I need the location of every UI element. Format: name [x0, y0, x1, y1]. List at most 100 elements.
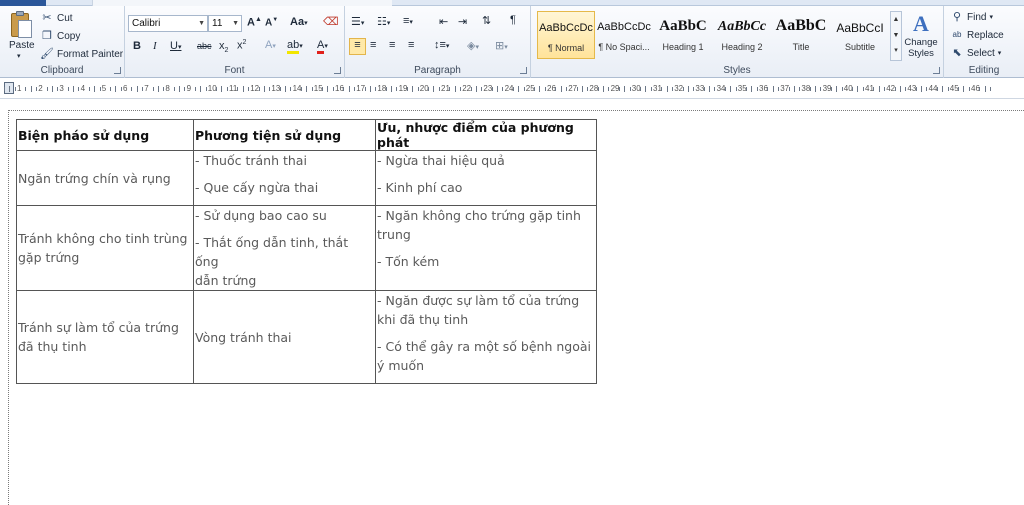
ruler-tick	[746, 87, 748, 91]
increase-indent-icon[interactable]: ⇥	[458, 15, 467, 28]
ruler-tick	[14, 87, 16, 91]
highlight-icon[interactable]: ab▾	[287, 39, 303, 54]
font-name-combo[interactable]: Calibri ▼	[128, 15, 208, 32]
format-painter-button[interactable]: 🖌 Format Painter	[40, 47, 123, 61]
styles-gallery-scroll[interactable]: ▲ ▼ ▾	[890, 11, 902, 61]
table-cell[interactable]: Tránh không cho tinh trùng gặp trứng	[16, 205, 194, 291]
cell-text: Tránh không cho tinh trùng	[18, 231, 188, 246]
table-cell[interactable]: - Ngăn không cho trứng gặp tinh trung - …	[375, 205, 597, 291]
strikethrough-icon[interactable]: abc	[197, 41, 212, 51]
style-name: ¶ Normal	[547, 43, 585, 53]
justify-icon[interactable]: ≡	[408, 39, 414, 51]
chevron-down-icon: ▾	[989, 14, 993, 21]
ruler-tick	[560, 86, 562, 92]
line-spacing-icon[interactable]: ↕≡▾	[434, 39, 449, 51]
align-left-icon[interactable]: ≡	[349, 38, 366, 55]
document-table[interactable]: Biện pháo sử dụng Phương tiện sử dụng Ưu…	[16, 119, 597, 384]
clipboard-launcher-icon[interactable]	[114, 67, 121, 74]
cell-text: - Ngăn không cho trứng gặp tinh	[377, 208, 581, 223]
superscript-icon[interactable]: x2	[237, 39, 246, 52]
paste-dropdown-icon[interactable]: ▾	[17, 52, 21, 60]
numbering-icon[interactable]: ☷▾	[377, 15, 390, 28]
style-heading-2[interactable]: AaBbCc Heading 2	[713, 11, 771, 59]
paste-button[interactable]: Paste	[9, 40, 35, 51]
cell-text: - Có thể gây ra một số bệnh ngoài	[377, 339, 591, 354]
replace-icon: ab	[952, 30, 962, 39]
table-cell[interactable]: - Ngăn được sự làm tổ của trứng khi đã t…	[375, 290, 597, 384]
grow-font-icon[interactable]: A▲	[247, 16, 262, 29]
decrease-indent-icon[interactable]: ⇤	[439, 15, 448, 28]
ruler-tick	[576, 87, 578, 91]
pilcrow-icon[interactable]: ¶	[510, 14, 516, 26]
clear-formatting-icon[interactable]: ⌫	[323, 15, 339, 28]
copy-button[interactable]: ❐ Copy	[40, 29, 80, 43]
align-right-icon[interactable]: ≡	[389, 39, 395, 51]
page-boundary	[8, 110, 1024, 111]
ruler-tick	[947, 87, 949, 91]
table-row: Ngăn trứng chín và rụng - Thuốc tránh th…	[16, 150, 597, 206]
font-color-icon[interactable]: A▾	[317, 39, 328, 54]
table-header-row: Biện pháo sử dụng Phương tiện sử dụng Ưu…	[16, 119, 597, 151]
paragraph-launcher-icon[interactable]	[520, 67, 527, 74]
font-launcher-icon[interactable]	[334, 67, 341, 74]
ruler-tick	[290, 87, 292, 91]
table-header-cell[interactable]: Phương tiện sử dụng	[193, 119, 376, 151]
change-case-icon[interactable]: Aa▾	[290, 16, 308, 28]
ruler-tick	[396, 87, 398, 91]
chevron-up-icon[interactable]: ▲	[891, 12, 901, 28]
ruler-tick	[926, 87, 928, 91]
shading-icon[interactable]: ◈▾	[467, 39, 479, 52]
table-cell[interactable]: Vòng tránh thai	[193, 290, 376, 384]
copy-icon: ❐	[42, 30, 52, 42]
cursor-icon: ⬉	[952, 47, 962, 59]
shrink-font-icon[interactable]: A▼	[265, 17, 278, 28]
ruler-number: 11	[229, 84, 238, 93]
paste-icon[interactable]	[8, 10, 34, 40]
styles-launcher-icon[interactable]	[933, 67, 940, 74]
style-no-spacing[interactable]: AaBbCcDc ¶ No Spaci...	[595, 11, 653, 59]
underline-icon[interactable]: U▾	[170, 40, 181, 52]
copy-label: Copy	[57, 30, 81, 42]
more-icon[interactable]: ▾	[891, 44, 901, 58]
italic-icon[interactable]: I	[153, 40, 157, 52]
table-cell[interactable]: - Sử dụng bao cao su - Thắt ống dẫn tinh…	[193, 205, 376, 291]
table-cell[interactable]: Tránh sự làm tổ của trứng đã thụ tinh	[16, 290, 194, 384]
table-header-cell[interactable]: Ưu, nhược điểm của phương phát	[375, 119, 597, 151]
horizontal-ruler[interactable]: 1 2 3 4 5 6 7 8 9 10 11 12 13 14 15 16 17 18 19 20 21 22 23 24 2…	[0, 79, 1024, 99]
ruler-tick	[497, 86, 498, 92]
style-title[interactable]: AaBbC Title	[772, 11, 830, 59]
table-cell[interactable]: - Thuốc tránh thai - Que cấy ngừa thai	[193, 150, 376, 206]
subscript-icon[interactable]: x2	[219, 40, 228, 54]
table-cell[interactable]: - Ngừa thai hiệu quả - Kinh phí cao	[375, 150, 597, 206]
paste-label: Paste	[9, 40, 35, 51]
document-area[interactable]: Biện pháo sử dụng Phương tiện sử dụng Ưu…	[0, 100, 1024, 505]
style-name: Heading 2	[721, 42, 763, 52]
table-header-cell[interactable]: Biện pháo sử dụng	[16, 119, 194, 151]
ruler-tick	[454, 86, 456, 92]
style-sample: AaBbCcI	[836, 21, 884, 35]
font-size-combo[interactable]: 11 ▼	[208, 15, 242, 32]
find-button[interactable]: ⚲ Find ▾	[950, 10, 993, 24]
style-subtitle[interactable]: AaBbCcI Subtitle	[831, 11, 889, 59]
bold-icon[interactable]: B	[133, 40, 141, 52]
text-effects-icon[interactable]: A▾	[265, 39, 276, 51]
replace-button[interactable]: ab Replace	[950, 28, 1004, 42]
style-heading-1[interactable]: AaBbC Heading 1	[654, 11, 712, 59]
style-normal[interactable]: AaBbCcDc ¶ Normal	[537, 11, 595, 59]
cell-text: Vòng tránh thai	[195, 329, 292, 345]
ruler-tick	[751, 86, 753, 92]
chevron-down-icon[interactable]: ▼	[891, 28, 901, 44]
cut-button[interactable]: ✂ Cut	[40, 11, 72, 25]
align-center-icon[interactable]: ≡	[370, 39, 376, 51]
select-button[interactable]: ⬉ Select ▾	[950, 46, 1001, 60]
sort-icon[interactable]: ⇅	[482, 14, 491, 27]
ruler-tick	[640, 87, 642, 91]
bullets-icon[interactable]: ☰▾	[351, 15, 364, 28]
ruler-tick	[67, 87, 69, 91]
style-sample: AaBbC	[775, 17, 827, 34]
multilevel-list-icon[interactable]: ≡▾	[403, 15, 413, 27]
ruler-tick	[88, 87, 90, 91]
table-cell[interactable]: Ngăn trứng chín và rụng	[16, 150, 194, 206]
borders-icon[interactable]: ⊞▾	[495, 39, 508, 52]
change-styles-button[interactable]: A Change Styles	[904, 11, 938, 59]
